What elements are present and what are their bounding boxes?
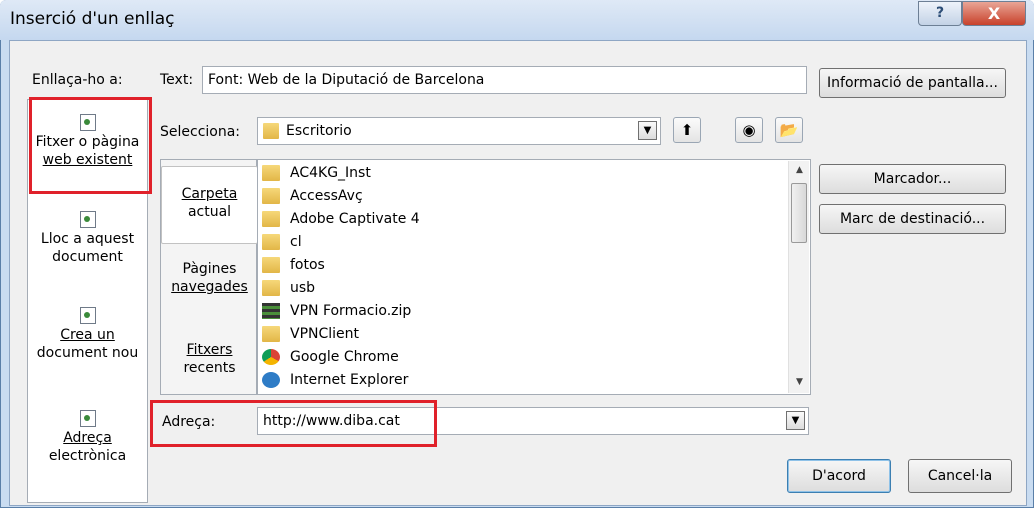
tab-label: Fitxers [186, 342, 233, 358]
close-icon: X [987, 4, 1001, 23]
folder-icon [262, 280, 280, 296]
file-name: fotos [290, 257, 325, 273]
nav-label: Lloc a aquest [40, 231, 135, 247]
browse-file-icon[interactable]: 📂 [775, 117, 803, 143]
browse-web-icon[interactable]: ◉ [735, 117, 763, 143]
file-name: cl [290, 234, 302, 250]
folder-icon [262, 326, 280, 342]
chrome-icon [262, 349, 280, 365]
email-icon [79, 410, 96, 427]
file-name: Adobe Captivate 4 [290, 211, 420, 227]
new-document-icon [79, 307, 96, 324]
file-list[interactable]: AC4KG_Inst AccessAvç Adobe Captivate 4 cl fo… [257, 159, 811, 395]
link-to-label: Enllaça-ho a: [32, 72, 123, 88]
text-to-display-input[interactable]: Font: Web de la Diputació de Barcelona [202, 66, 807, 94]
tab-label: Carpeta [181, 186, 238, 202]
look-in-combobox[interactable]: Escritorio ▼ [257, 117, 661, 145]
tab-label: actual [187, 204, 232, 220]
folder-icon [262, 234, 280, 250]
list-item[interactable]: Internet Explorer [262, 369, 408, 391]
file-name: Internet Explorer [290, 372, 409, 388]
chevron-down-icon[interactable]: ▼ [786, 411, 805, 430]
scroll-up-icon[interactable]: ▲ [789, 165, 810, 175]
vertical-scrollbar[interactable]: ▲ ▼ [788, 161, 809, 393]
internet-explorer-icon [262, 372, 280, 388]
title-bar: Inserció d'un enllaç ? X [0, 0, 1034, 40]
nav-label: Adreça [63, 430, 112, 446]
folder-icon [262, 257, 280, 273]
nav-label: Crea un [60, 327, 115, 343]
tab-label: recents [183, 360, 236, 376]
help-icon: ? [935, 5, 945, 21]
list-item[interactable]: AccessAvç [262, 185, 363, 207]
list-item[interactable]: cl [262, 231, 302, 253]
list-item[interactable]: VPNClient [262, 323, 359, 345]
look-in-label: Selecciona: [160, 124, 241, 140]
bookmark-button[interactable]: Marcador... [819, 164, 1006, 194]
document-place-icon [79, 211, 96, 228]
nav-label: document nou [36, 345, 139, 361]
scrollbar-thumb[interactable] [791, 183, 807, 243]
target-frame-button[interactable]: Marc de destinació... [819, 204, 1006, 234]
nav-create-new-document[interactable]: Crea un document nou [28, 307, 147, 362]
tab-recent-files[interactable]: Fitxers recents [161, 341, 258, 377]
list-item[interactable]: fotos [262, 254, 325, 276]
close-button[interactable]: X [962, 1, 1026, 26]
desktop-folder-icon [263, 123, 279, 139]
scroll-down-icon[interactable]: ▼ [789, 377, 810, 387]
list-item[interactable]: VPN Formacio.zip [262, 300, 411, 322]
file-name: VPN Formacio.zip [290, 303, 412, 319]
folder-icon [262, 211, 280, 227]
dialog-title: Inserció d'un enllaç [10, 9, 175, 29]
file-name: AccessAvç [290, 188, 363, 204]
screen-tip-button[interactable]: Informació de pantalla... [819, 68, 1006, 98]
nav-place-in-document[interactable]: Lloc a aquest document [28, 211, 147, 266]
file-name: Google Chrome [290, 349, 399, 365]
browse-tabs-pane: Carpeta actual Pàgines navegades Fitxers… [160, 159, 258, 395]
tab-browsed-pages[interactable]: Pàgines navegades [161, 260, 258, 296]
file-name: AC4KG_Inst [290, 165, 371, 181]
help-button[interactable]: ? [918, 1, 962, 26]
look-in-value: Escritorio [286, 123, 352, 139]
nav-label: document [52, 249, 123, 265]
list-item[interactable]: Google Chrome [262, 346, 399, 368]
nav-label: electrònica [48, 448, 127, 464]
highlight-box-link-type [29, 97, 152, 194]
highlight-box-address [150, 400, 437, 447]
tab-label: Pàgines [182, 261, 237, 277]
text-label: Text: [160, 72, 194, 88]
tab-label: navegades [171, 279, 248, 295]
cancel-button[interactable]: Cancel·la [908, 459, 1012, 493]
list-item[interactable]: AC4KG_Inst [262, 162, 371, 184]
folder-icon [262, 165, 280, 181]
folder-icon [262, 188, 280, 204]
ok-button[interactable]: D'acord [787, 459, 891, 493]
text-to-display-value: Font: Web de la Diputació de Barcelona [208, 72, 485, 88]
up-folder-icon[interactable]: ⬆ [673, 117, 701, 143]
file-name: usb [290, 280, 316, 296]
list-item[interactable]: Adobe Captivate 4 [262, 208, 420, 230]
chevron-down-icon[interactable]: ▼ [638, 121, 657, 140]
zip-archive-icon [262, 303, 280, 319]
nav-email-address[interactable]: Adreça electrònica [28, 410, 147, 465]
file-name: VPNClient [290, 326, 360, 342]
tab-current-folder[interactable]: Carpeta actual [161, 166, 258, 244]
list-item[interactable]: usb [262, 277, 315, 299]
